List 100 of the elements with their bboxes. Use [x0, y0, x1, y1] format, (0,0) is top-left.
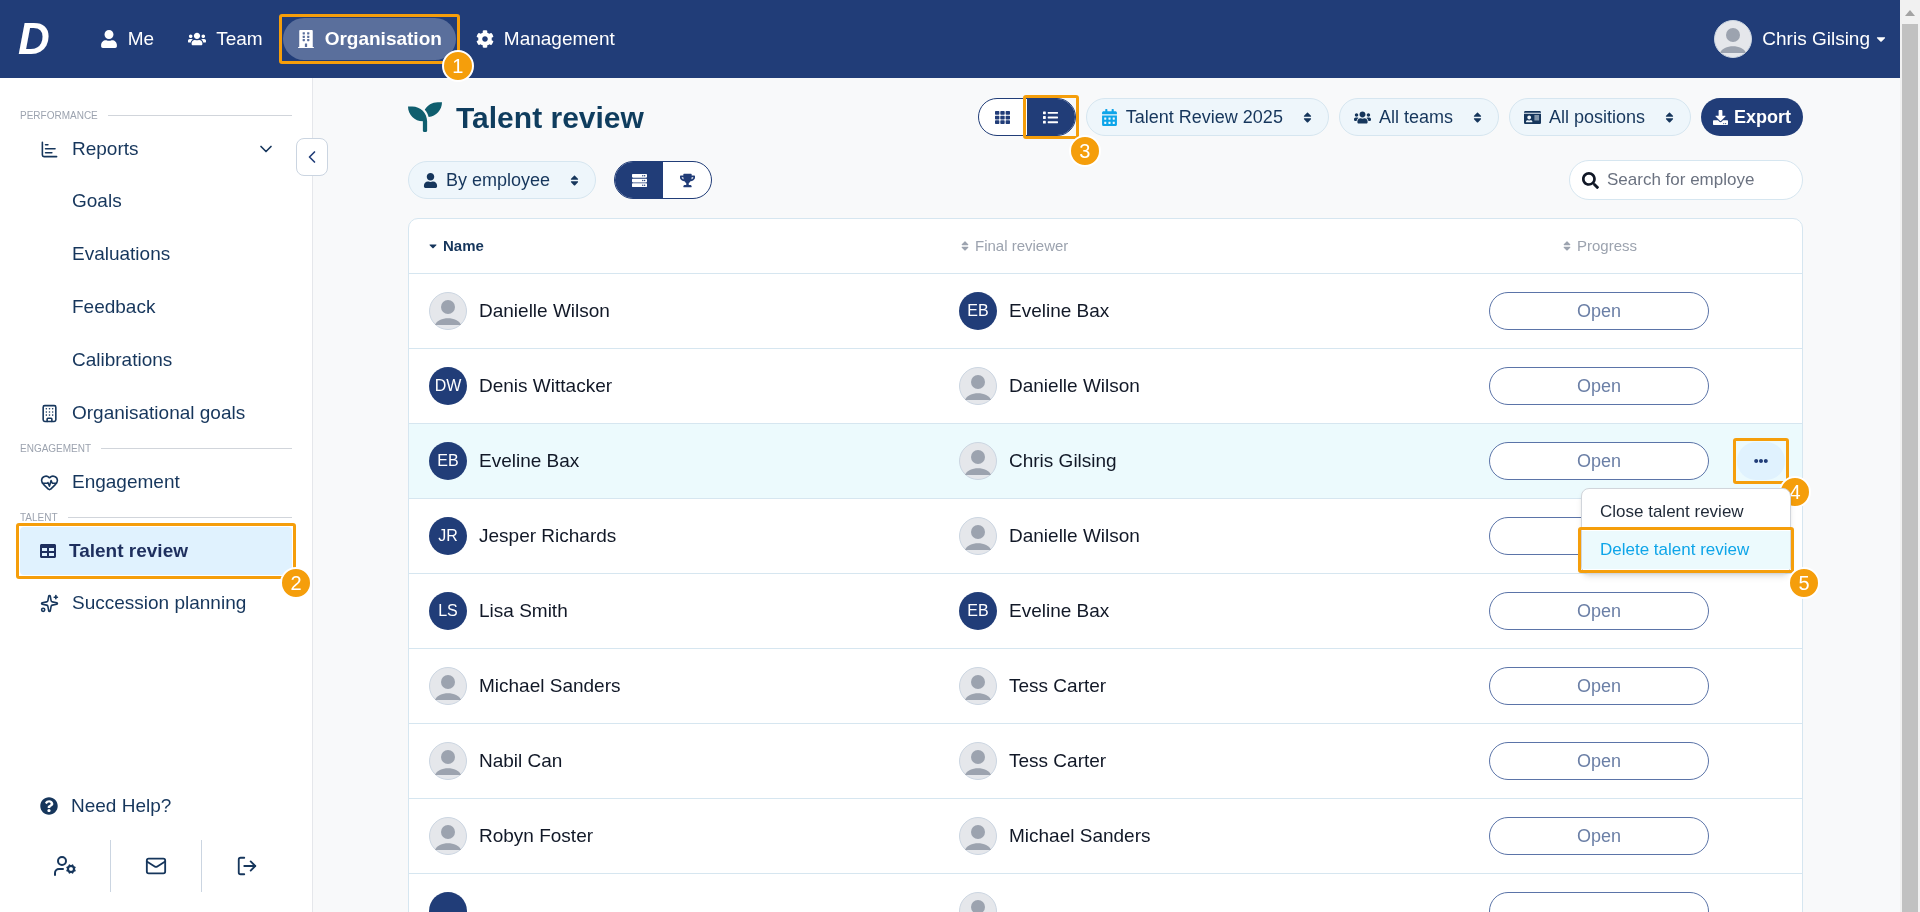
employee-name: Lisa Smith [479, 598, 568, 623]
list-icon [1043, 109, 1059, 125]
table-row[interactable]: Robyn Foster Michael Sanders Open [409, 799, 1802, 874]
sidebar-label: Engagement [72, 469, 180, 494]
download-icon [1713, 109, 1728, 125]
sidebar-subitem[interactable]: Goals [20, 175, 292, 228]
reviewer-name: Tess Carter [1009, 748, 1107, 773]
reviewer-name: Eveline Bax [1009, 598, 1110, 623]
user-name[interactable]: Chris Gilsing [1762, 24, 1870, 54]
group-by-select[interactable]: By employee [408, 161, 597, 199]
logo[interactable]: D [18, 17, 50, 61]
open-button[interactable]: Open [1489, 442, 1709, 480]
cards-view-button[interactable] [615, 162, 664, 198]
sort-icon [1663, 110, 1676, 124]
page-title: Talent review [456, 99, 644, 136]
section-label: ENGAGEMENT [20, 442, 92, 456]
filter-icon [1523, 108, 1541, 126]
search-field[interactable]: Search for employe [1569, 160, 1803, 200]
open-button[interactable]: Open [1489, 667, 1709, 705]
open-button[interactable]: Open [1489, 292, 1709, 330]
list-view-button[interactable] [1026, 99, 1075, 135]
sidebar-item[interactable]: Organisational goals [20, 389, 292, 437]
avatar-icon [959, 742, 997, 780]
avatar-icon [429, 817, 467, 855]
user-settings-icon[interactable] [53, 854, 77, 878]
avatar-icon [959, 517, 997, 555]
mail-icon[interactable] [145, 855, 167, 877]
step-badge: 5 [1788, 567, 1820, 599]
search-input[interactable]: Search for employe [1607, 167, 1790, 193]
sort-icon [1561, 240, 1573, 252]
sidebar-icon [40, 139, 59, 159]
table-row[interactable]: Nabil Can Tess Carter Open [409, 724, 1802, 799]
column-header[interactable]: Name [409, 234, 959, 258]
open-button[interactable]: Open [1489, 592, 1709, 630]
table-row[interactable]: Michael Sanders Tess Carter Open [409, 649, 1802, 724]
avatar-initials: DW [429, 367, 467, 405]
search-icon [1582, 171, 1599, 189]
avatar-icon [959, 817, 997, 855]
reviewer-name: Tess Carter [1009, 673, 1107, 698]
sidebar-label: Organisational goals [72, 400, 246, 425]
step-badge: 2 [280, 567, 312, 599]
nav-tab[interactable]: Team [174, 18, 277, 60]
avatar-initials: LS [429, 592, 467, 630]
nav-tab[interactable]: Organisation [282, 18, 456, 60]
open-button[interactable]: Open [1489, 817, 1709, 855]
reviewer-name: Chris Gilsing [1009, 448, 1117, 473]
section-label: PERFORMANCE [20, 109, 98, 123]
help-icon [40, 797, 58, 815]
avatar-icon [429, 292, 467, 330]
table-row[interactable]: Danielle Wilson EB Eveline Bax Open [409, 274, 1802, 349]
sidebar-label: Reports [72, 136, 139, 161]
open-button[interactable]: Open [1489, 742, 1709, 780]
sidebar-icon [40, 593, 59, 613]
reviewer-name: Danielle Wilson [1009, 523, 1140, 548]
section-label: TALENT [20, 511, 58, 525]
open-button[interactable]: Open [1489, 367, 1709, 405]
avatar-initials: EB [429, 442, 467, 480]
export-button[interactable]: Export [1701, 98, 1803, 136]
filter-select[interactable]: Talent Review 2025 [1085, 98, 1329, 136]
sidebar-icon [40, 403, 59, 423]
help-label: Need Help? [71, 793, 172, 818]
avatar-icon [959, 667, 997, 705]
stack-icon [631, 172, 647, 188]
sidebar-subitem[interactable]: Evaluations [20, 228, 292, 281]
nav-icon [188, 30, 207, 48]
avatar-initials: EB [959, 592, 997, 630]
filter-icon [1100, 108, 1118, 126]
employee-name: Nabil Can [479, 748, 563, 773]
avatar-initials: EB [959, 292, 997, 330]
employee-name: Danielle Wilson [479, 298, 610, 323]
grid-icon [995, 109, 1011, 125]
sort-icon [959, 240, 971, 252]
sprout-icon [408, 100, 442, 134]
sidebar-label: Succession planning [72, 590, 247, 615]
nav-icon [475, 30, 494, 48]
avatar-icon [959, 442, 997, 480]
filter-select[interactable]: All teams [1338, 98, 1499, 136]
help-link[interactable]: Need Help? [20, 782, 292, 830]
employee-name: Robyn Foster [479, 823, 594, 848]
nav-tab[interactable]: Me [85, 18, 169, 60]
sidebar-item[interactable]: Engagement [20, 458, 292, 506]
step-badge: 1 [441, 50, 474, 82]
reviewer-name: Danielle Wilson [1009, 373, 1140, 398]
nav-icon [296, 30, 315, 48]
sidebar-label: Talent review [69, 538, 188, 563]
employee-name: Michael Sanders [479, 673, 621, 698]
sidebar-item[interactable]: Reports [20, 125, 292, 173]
avatar-icon [959, 367, 997, 405]
employee-name: Eveline Bax [479, 448, 580, 473]
sidebar-item[interactable]: Talent review [20, 527, 292, 575]
employee-name: Jesper Richards [479, 523, 617, 548]
employee-name: Denis Wittacker [479, 373, 613, 398]
sidebar-subitem[interactable]: Feedback [20, 281, 292, 334]
highlight-frame [1022, 95, 1079, 139]
logout-icon[interactable] [236, 855, 258, 877]
filter-select[interactable]: All positions [1508, 98, 1691, 136]
sidebar-icon [40, 472, 59, 492]
sidebar-subitem[interactable]: Calibrations [20, 334, 292, 387]
scrollbar[interactable] [1900, 0, 1920, 912]
avatar-initials: JR [429, 517, 467, 555]
